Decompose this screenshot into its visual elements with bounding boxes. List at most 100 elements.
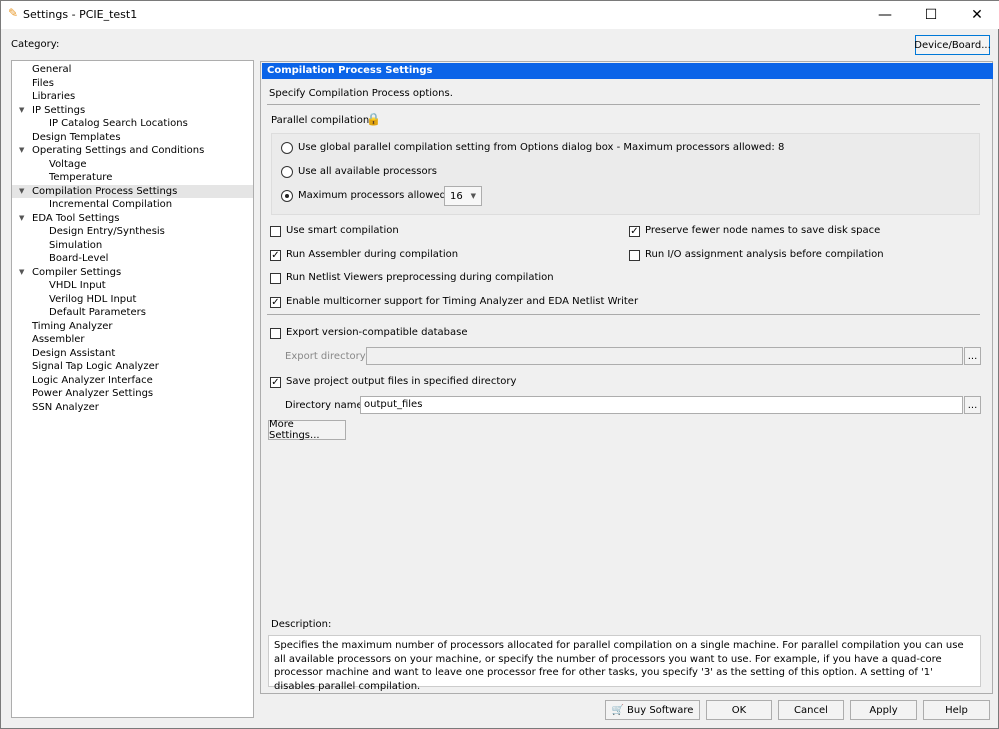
tree-item[interactable]: Default Parameters bbox=[12, 306, 253, 320]
max-processors-dropdown[interactable]: 16 ▼ bbox=[444, 186, 482, 206]
dir-name-input[interactable]: output_files bbox=[360, 396, 963, 414]
tree-item[interactable]: IP Catalog Search Locations bbox=[12, 117, 253, 131]
checkbox[interactable] bbox=[270, 328, 281, 339]
tree-item[interactable]: Design Entry/Synthesis bbox=[12, 225, 253, 239]
tree-item-label: Temperature bbox=[49, 172, 113, 183]
checkbox[interactable] bbox=[270, 226, 281, 237]
tree-item[interactable]: Verilog HDL Input bbox=[12, 293, 253, 307]
tree-item[interactable]: Simulation bbox=[12, 239, 253, 253]
window-title: Settings - PCIE_test1 bbox=[23, 8, 138, 21]
tree-item-label: Operating Settings and Conditions bbox=[32, 145, 205, 156]
tree-item-label: Voltage bbox=[49, 158, 87, 170]
export-browse-button[interactable]: ... bbox=[964, 347, 981, 365]
checkbox-label: Run Netlist Viewers preprocessing during… bbox=[286, 272, 554, 283]
tree-item[interactable]: ▼ Operating Settings and Conditions bbox=[12, 144, 253, 158]
title-bar: ✎ Settings - PCIE_test1 — ☐ ✕ bbox=[1, 1, 999, 29]
tree-item-label: VHDL Input bbox=[49, 280, 106, 291]
tree-item[interactable]: Design Templates bbox=[12, 131, 253, 145]
tree-item-label: Assembler bbox=[32, 334, 85, 345]
tree-item-label: Design Templates bbox=[32, 131, 121, 143]
checkbox[interactable]: ✓ bbox=[270, 250, 281, 261]
divider bbox=[267, 314, 980, 315]
tree-item[interactable]: VHDL Input bbox=[12, 279, 253, 293]
dir-name-label: Directory name: bbox=[285, 400, 366, 411]
expand-arrow-icon[interactable]: ▼ bbox=[19, 266, 24, 280]
radio-max[interactable] bbox=[281, 190, 293, 202]
ok-button[interactable]: OK bbox=[706, 700, 772, 720]
tree-item-label: IP Settings bbox=[32, 104, 86, 116]
tree-item[interactable]: Design Assistant bbox=[12, 347, 253, 361]
checkbox-label: Run I/O assignment analysis before compi… bbox=[645, 249, 884, 260]
chevron-down-icon: ▼ bbox=[470, 192, 476, 200]
radio-all-label: Use all available processors bbox=[298, 166, 437, 177]
tree-item-label: Power Analyzer Settings bbox=[32, 388, 154, 399]
tree-item[interactable]: ▼ EDA Tool Settings bbox=[12, 212, 253, 226]
cancel-button[interactable]: Cancel bbox=[778, 700, 844, 720]
tree-item-label: Files bbox=[32, 77, 54, 89]
tree-item-label: Incremental Compilation bbox=[49, 199, 173, 210]
tree-item[interactable]: Assembler bbox=[12, 333, 253, 347]
tree-item[interactable]: Signal Tap Logic Analyzer bbox=[12, 360, 253, 374]
description-text: Specifies the maximum number of processo… bbox=[268, 635, 981, 692]
expand-arrow-icon[interactable]: ▼ bbox=[19, 212, 24, 226]
apply-button[interactable]: Apply bbox=[850, 700, 917, 720]
maximize-button[interactable]: ☐ bbox=[908, 1, 954, 29]
settings-panel: Compilation Process Settings Specify Com… bbox=[260, 61, 993, 694]
tree-item[interactable]: Temperature bbox=[12, 171, 253, 185]
category-tree[interactable]: General Files Libraries ▼ IP Settings IP Cata… bbox=[11, 60, 254, 718]
checkbox-label: Preserve fewer node names to save disk s… bbox=[645, 225, 881, 236]
description-label: Description: bbox=[271, 619, 332, 630]
radio-global-label: Use global parallel compilation setting … bbox=[298, 142, 785, 153]
tree-item-label: EDA Tool Settings bbox=[32, 212, 120, 224]
tree-item-label: SSN Analyzer bbox=[32, 401, 99, 413]
lock-icon: 🔒 bbox=[366, 112, 381, 126]
tree-item[interactable]: Power Analyzer Settings bbox=[12, 387, 253, 401]
tree-item[interactable]: Voltage bbox=[12, 158, 253, 172]
tree-item[interactable]: Board-Level bbox=[12, 252, 253, 266]
dir-browse-button[interactable]: ... bbox=[964, 396, 981, 414]
tree-item[interactable]: Files bbox=[12, 77, 253, 91]
tree-item[interactable]: General bbox=[12, 63, 253, 77]
tree-item-label: IP Catalog Search Locations bbox=[49, 118, 188, 129]
tree-item-label: Default Parameters bbox=[49, 307, 146, 318]
checkbox[interactable]: ✓ bbox=[270, 377, 281, 388]
checkbox[interactable]: ✓ bbox=[629, 226, 640, 237]
max-processors-value: 16 bbox=[450, 190, 463, 202]
tree-item-label: Design Entry/Synthesis bbox=[49, 226, 165, 237]
checkbox-label: Use smart compilation bbox=[286, 225, 399, 236]
checkbox-label: Save project output files in specified d… bbox=[286, 376, 517, 387]
tree-item[interactable]: ▼ Compilation Process Settings bbox=[12, 184, 253, 199]
tree-item-label: Signal Tap Logic Analyzer bbox=[32, 361, 159, 372]
buy-software-button[interactable]: 🛒 Buy Software bbox=[605, 700, 700, 720]
export-dir-input[interactable] bbox=[366, 347, 963, 365]
minimize-button[interactable]: — bbox=[862, 1, 908, 29]
tree-item[interactable]: Timing Analyzer bbox=[12, 320, 253, 334]
radio-all[interactable] bbox=[281, 166, 293, 178]
export-dir-label: Export directory: bbox=[285, 351, 369, 362]
tree-item[interactable]: ▼ IP Settings bbox=[12, 104, 253, 118]
expand-arrow-icon[interactable]: ▼ bbox=[19, 104, 24, 118]
tree-item[interactable]: Libraries bbox=[12, 90, 253, 104]
tree-item[interactable]: Logic Analyzer Interface bbox=[12, 374, 253, 388]
device-board-button[interactable]: Device/Board... bbox=[914, 35, 991, 55]
tree-item-label: General bbox=[32, 64, 72, 75]
checkbox[interactable] bbox=[270, 273, 281, 284]
checkbox[interactable] bbox=[629, 250, 640, 261]
parallel-group: Use global parallel compilation setting … bbox=[271, 133, 980, 215]
expand-arrow-icon[interactable]: ▼ bbox=[19, 144, 24, 158]
tree-item[interactable]: ▼ Compiler Settings bbox=[12, 266, 253, 280]
pencil-icon: ✎ bbox=[8, 6, 19, 20]
more-settings-button[interactable]: More Settings... bbox=[268, 419, 346, 441]
parallel-label: Parallel compilation bbox=[271, 115, 370, 126]
close-button[interactable]: ✕ bbox=[954, 1, 999, 29]
tree-item-label: Logic Analyzer Interface bbox=[32, 374, 153, 386]
radio-global[interactable] bbox=[281, 142, 293, 154]
tree-item[interactable]: SSN Analyzer bbox=[12, 401, 253, 415]
checkbox-label: Run Assembler during compilation bbox=[286, 249, 459, 260]
intro-text: Specify Compilation Process options. bbox=[269, 88, 453, 99]
help-button[interactable]: Help bbox=[923, 700, 990, 720]
tree-item[interactable]: Incremental Compilation bbox=[12, 198, 253, 212]
expand-arrow-icon[interactable]: ▼ bbox=[19, 185, 24, 199]
checkbox[interactable]: ✓ bbox=[270, 297, 281, 308]
buy-software-label: Buy Software bbox=[627, 704, 694, 716]
